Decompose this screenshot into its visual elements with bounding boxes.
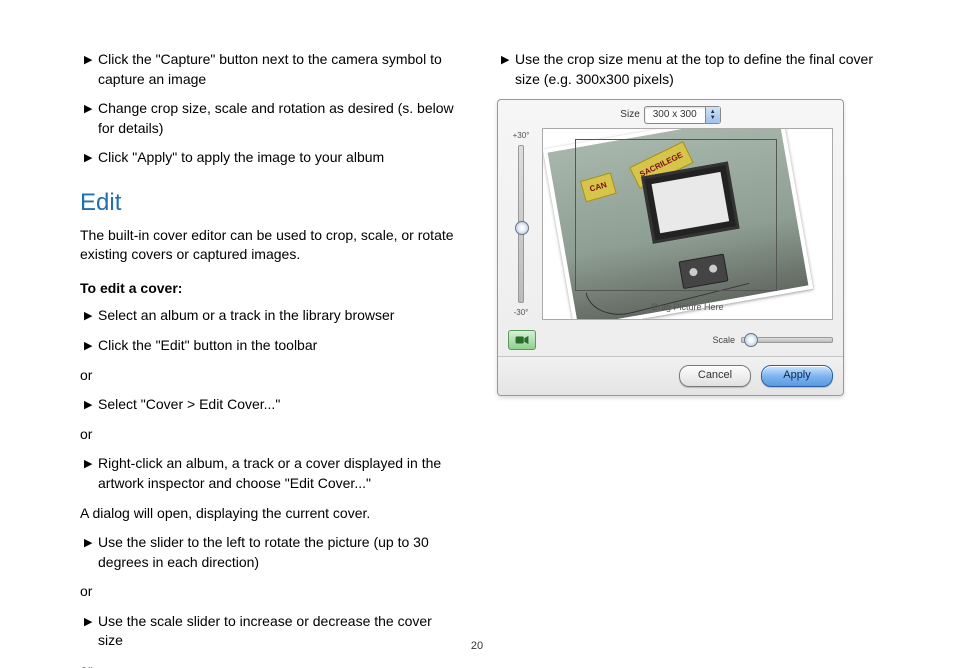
page-number: 20 bbox=[0, 639, 954, 654]
combo-arrows-icon: ▲▼ bbox=[705, 107, 720, 123]
drag-hint: Drag Picture Here bbox=[543, 301, 832, 314]
bullet-icon: ▶ bbox=[84, 395, 98, 415]
bullet-item: ▶ Click the "Edit" button in the toolbar bbox=[80, 336, 457, 356]
scale-slider[interactable] bbox=[741, 337, 833, 343]
or-separator: or bbox=[80, 425, 457, 445]
cover-editor-dialog: Size 300 x 300 ▲▼ +30° -30° bbox=[497, 99, 844, 396]
section-intro: The built-in cover editor can be used to… bbox=[80, 226, 457, 265]
rotation-knob-icon bbox=[515, 221, 529, 235]
bullet-item: ▶ Change crop size, scale and rotation a… bbox=[80, 99, 457, 138]
cancel-button[interactable]: Cancel bbox=[679, 365, 751, 387]
bullet-text: Use the slider to the left to rotate the… bbox=[98, 533, 457, 572]
bullet-text: Change crop size, scale and rotation as … bbox=[98, 99, 457, 138]
scale-row: Scale bbox=[712, 334, 833, 347]
rotation-max-label: +30° bbox=[513, 130, 530, 141]
bullet-text: Select an album or a track in the librar… bbox=[98, 306, 457, 326]
left-column: ▶ Click the "Capture" button next to the… bbox=[80, 50, 457, 668]
apply-button[interactable]: Apply bbox=[761, 365, 833, 387]
bullet-text: Click the "Edit" button in the toolbar bbox=[98, 336, 457, 356]
bullet-icon: ▶ bbox=[84, 50, 98, 89]
or-separator: or bbox=[80, 661, 457, 668]
scale-label: Scale bbox=[712, 334, 735, 347]
bullet-item: ▶ Use the crop size menu at the top to d… bbox=[497, 50, 874, 89]
bullet-item: ▶ Click the "Capture" button next to the… bbox=[80, 50, 457, 89]
bullet-icon: ▶ bbox=[84, 99, 98, 138]
crop-rectangle bbox=[575, 139, 777, 291]
or-separator: or bbox=[80, 366, 457, 386]
bullet-item: ▶ Select "Cover > Edit Cover..." bbox=[80, 395, 457, 415]
size-label: Size bbox=[620, 108, 639, 122]
cover-canvas[interactable]: CAN SACRILEGE Drag Picture Here bbox=[542, 128, 833, 320]
bullet-icon: ▶ bbox=[501, 50, 515, 89]
size-combobox[interactable]: 300 x 300 ▲▼ bbox=[644, 106, 721, 124]
bullet-item: ▶ Click "Apply" to apply the image to yo… bbox=[80, 148, 457, 168]
camera-capture-button[interactable] bbox=[508, 330, 536, 350]
bullet-text: Right-click an album, a track or a cover… bbox=[98, 454, 457, 493]
bullet-icon: ▶ bbox=[84, 454, 98, 493]
bullet-text: Click "Apply" to apply the image to your… bbox=[98, 148, 457, 168]
sub-heading: To edit a cover: bbox=[80, 279, 457, 299]
bullet-icon: ▶ bbox=[84, 148, 98, 168]
bullet-text: Select "Cover > Edit Cover..." bbox=[98, 395, 457, 415]
size-value: 300 x 300 bbox=[645, 107, 705, 123]
video-camera-icon bbox=[515, 334, 529, 346]
bullet-item: ▶ Use the slider to the left to rotate t… bbox=[80, 533, 457, 572]
bullet-icon: ▶ bbox=[84, 306, 98, 326]
rotation-slider[interactable] bbox=[518, 145, 524, 303]
bullet-text: Use the crop size menu at the top to def… bbox=[515, 50, 874, 89]
or-separator: or bbox=[80, 582, 457, 602]
rotation-slider-column: +30° -30° bbox=[506, 128, 536, 320]
bullet-icon: ▶ bbox=[84, 533, 98, 572]
dialog-size-row: Size 300 x 300 ▲▼ bbox=[498, 100, 843, 128]
scale-knob-icon bbox=[744, 333, 758, 347]
right-column: ▶ Use the crop size menu at the top to d… bbox=[497, 50, 874, 668]
bullet-text: Click the "Capture" button next to the c… bbox=[98, 50, 457, 89]
dialog-footer: Cancel Apply bbox=[498, 356, 843, 395]
paragraph: A dialog will open, displaying the curre… bbox=[80, 504, 457, 524]
section-heading: Edit bbox=[80, 186, 457, 220]
bullet-icon: ▶ bbox=[84, 336, 98, 356]
bullet-item: ▶ Select an album or a track in the libr… bbox=[80, 306, 457, 326]
bullet-item: ▶ Right-click an album, a track or a cov… bbox=[80, 454, 457, 493]
rotation-min-label: -30° bbox=[514, 307, 529, 318]
